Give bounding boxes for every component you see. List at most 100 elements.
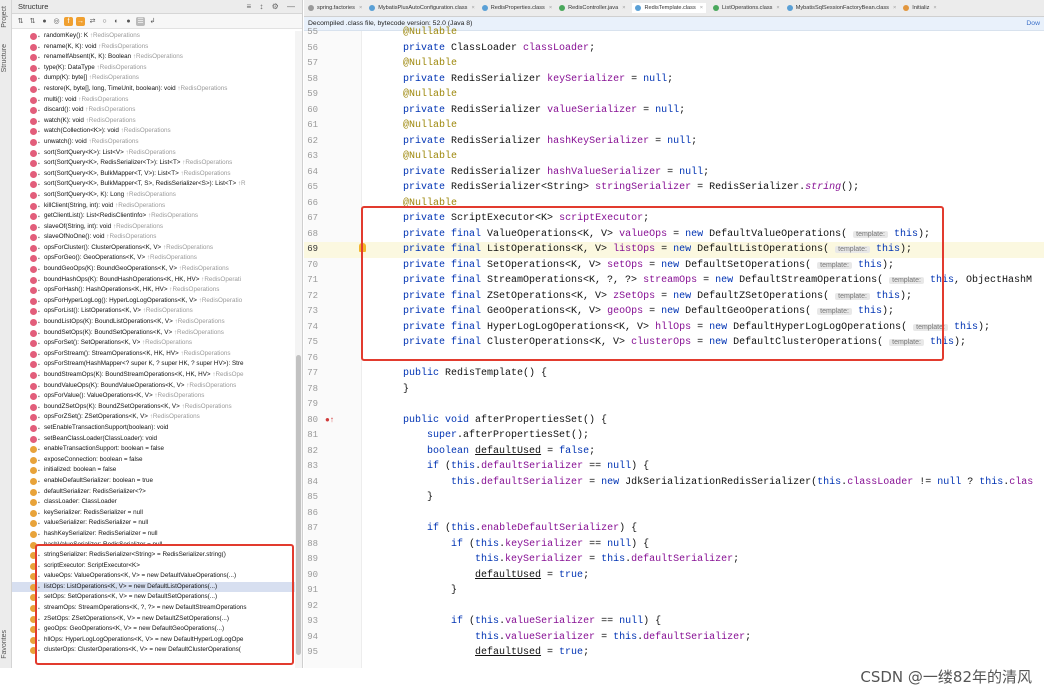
structure-item[interactable]: ▪ type(K): DataType ↑RedisOperations — [12, 63, 295, 74]
favorites-tool-tab[interactable]: Favorites — [1, 630, 8, 659]
structure-item[interactable]: ▪ initialized: boolean = false — [12, 465, 295, 476]
structure-toolbar-button[interactable]: ◎ — [52, 17, 61, 26]
structure-item[interactable]: ▪ slaveOfNoOne(): void ↑RedisOperations — [12, 232, 295, 243]
code-line[interactable]: 68 private final ValueOperations<K, V> v… — [304, 227, 1044, 243]
code-line[interactable]: 57 @Nullable — [304, 56, 1044, 72]
code-line[interactable]: 65 private RedisSerializer<String> strin… — [304, 180, 1044, 196]
structure-item[interactable]: ▪ stringSerializer: RedisSerializer<Strin… — [12, 550, 295, 561]
code-line[interactable]: 94 this.valueSerializer = this.defaultSe… — [304, 630, 1044, 646]
close-tab-icon[interactable]: × — [933, 5, 936, 11]
code-line[interactable]: 93 if (this.valueSerializer == null) { — [304, 614, 1044, 630]
structure-item[interactable]: ▪ dump(K): byte[] ↑RedisOperations — [12, 73, 295, 84]
structure-toolbar-button[interactable]: ◐ — [112, 17, 121, 26]
structure-item[interactable]: ▪ opsForZSet(): ZSetOperations<K, V> ↑Red… — [12, 412, 295, 423]
structure-item[interactable]: ▪ opsForHyperLogLog(): HyperLogLogOperati… — [12, 296, 295, 307]
structure-item[interactable]: ▪ killClient(String, int): void ↑RedisOpe… — [12, 201, 295, 212]
structure-item[interactable]: ▪ opsForValue(): ValueOperations<K, V> ↑R… — [12, 391, 295, 402]
structure-item[interactable]: ▪ keySerializer: RedisSerializer = null — [12, 508, 295, 519]
structure-item[interactable]: ▪ boundZSetOps(K): BoundZSetOperations<K,… — [12, 402, 295, 413]
close-tab-icon[interactable]: × — [359, 5, 362, 11]
structure-item[interactable]: ▪ watch(K): void ↑RedisOperations — [12, 116, 295, 127]
structure-item[interactable]: ▪ streamOps: StreamOperations<K, ?, ?> = … — [12, 603, 295, 614]
structure-toolbar-button[interactable]: ⇄ — [88, 17, 97, 26]
code-line[interactable]: 55 @Nullable — [304, 25, 1044, 41]
structure-item[interactable]: ▪ setOps: SetOperations<K, V> = new Defau… — [12, 592, 295, 603]
code-line[interactable]: 95 defaultUsed = true; — [304, 645, 1044, 661]
code-line[interactable]: 88 if (this.keySerializer == null) { — [304, 537, 1044, 553]
structure-item[interactable]: ▪ hashValueSerializer: RedisSerializer = … — [12, 540, 295, 551]
structure-item[interactable]: ▪ clusterOps: ClusterOperations<K, V> = n… — [12, 645, 295, 656]
code-line[interactable]: 62 private RedisSerializer hashKeySerial… — [304, 134, 1044, 150]
structure-item[interactable]: ▪ boundStreamOps(K): BoundStreamOperation… — [12, 370, 295, 381]
structure-item[interactable]: ▪ boundHashOps(K): BoundHashOperations<K,… — [12, 275, 295, 286]
structure-toolbar-button[interactable]: ☰ — [136, 16, 145, 26]
structure-toolbar-button[interactable]: ⇅ — [28, 17, 37, 26]
structure-item[interactable]: ▪ geoOps: GeoOperations<K, V> = new Defau… — [12, 624, 295, 635]
structure-item[interactable]: ▪ sort(SortQuery<K>, BulkMapper<T, S>, Re… — [12, 179, 295, 190]
code-line[interactable]: 86 — [304, 506, 1044, 522]
structure-item[interactable]: ▪ opsForList(): ListOperations<K, V> ↑Red… — [12, 306, 295, 317]
structure-item[interactable]: ▪ unwatch(): void ↑RedisOperations — [12, 137, 295, 148]
code-line[interactable]: 75 private final ClusterOperations<K, V>… — [304, 335, 1044, 351]
code-line[interactable]: 64 private RedisSerializer hashValueSeri… — [304, 165, 1044, 181]
structure-item[interactable]: ▪ valueOps: ValueOperations<K, V> = new D… — [12, 571, 295, 582]
code-line[interactable]: 72 private final ZSetOperations<K, V> zS… — [304, 289, 1044, 305]
structure-item[interactable]: ▪ sort(SortQuery<K>): List<V> ↑RedisOpera… — [12, 148, 295, 159]
structure-item[interactable]: ▪ scriptExecutor: ScriptExecutor<K> — [12, 561, 295, 572]
structure-item[interactable]: ▪ defaultSerializer: RedisSerializer<?> — [12, 487, 295, 498]
structure-toolbar-button[interactable]: f — [64, 16, 73, 26]
close-tab-icon[interactable]: × — [700, 5, 703, 11]
structure-item[interactable]: ▪ opsForGeo(): GeoOperations<K, V> ↑Redis… — [12, 253, 295, 264]
code-line[interactable]: 71 private final StreamOperations<K, ?, … — [304, 273, 1044, 289]
structure-item[interactable]: ▪ enableTransactionSupport: boolean = fal… — [12, 444, 295, 455]
structure-item[interactable]: ▪ boundSetOps(K): BoundSetOperations<K, V… — [12, 328, 295, 339]
structure-item[interactable]: ▪ hllOps: HyperLogLogOperations<K, V> = n… — [12, 635, 295, 646]
override-marker-icon[interactable]: ●↑ — [325, 415, 334, 424]
editor-tab[interactable]: Initializ × — [903, 5, 937, 11]
code-line[interactable]: 56 private ClassLoader classLoader; — [304, 41, 1044, 57]
project-tool-tab[interactable]: Project — [1, 6, 8, 28]
structure-item[interactable]: ▪ exposeConnection: boolean = false — [12, 455, 295, 466]
editor-tab[interactable]: MybatisPlusAutoConfiguration.class × — [369, 5, 475, 11]
code-line[interactable]: 74 private final HyperLogLogOperations<K… — [304, 320, 1044, 336]
structure-item[interactable]: ▪ setEnableTransactionSupport(boolean): v… — [12, 423, 295, 434]
code-line[interactable]: 76 — [304, 351, 1044, 367]
structure-scrollbar-thumb[interactable] — [296, 355, 301, 655]
structure-item[interactable]: ▪ enableDefaultSerializer: boolean = true — [12, 476, 295, 487]
structure-toolbar-button[interactable]: ↲ — [148, 17, 157, 26]
code-line[interactable]: 91 } — [304, 583, 1044, 599]
code-line[interactable]: 79 — [304, 397, 1044, 413]
structure-item[interactable]: ▪ sort(SortQuery<K>, K): Long ↑RedisOpera… — [12, 190, 295, 201]
code-line[interactable]: 83 if (this.defaultSerializer == null) { — [304, 459, 1044, 475]
structure-item[interactable]: ▪ valueSerializer: RedisSerializer = null — [12, 518, 295, 529]
code-line[interactable]: 59 @Nullable — [304, 87, 1044, 103]
structure-item[interactable]: ▪ getClientList(): List<RedisClientInfo> … — [12, 211, 295, 222]
structure-tool-tab[interactable]: Structure — [1, 44, 8, 72]
structure-toolbar-button[interactable]: ● — [40, 17, 49, 26]
code-line[interactable]: 84 this.defaultSerializer = new JdkSeria… — [304, 475, 1044, 491]
code-line[interactable]: 70 private final SetOperations<K, V> set… — [304, 258, 1044, 274]
structure-item[interactable]: ▪ rename(K, K): void ↑RedisOperations — [12, 42, 295, 53]
structure-toolbar-button[interactable]: → — [76, 16, 85, 26]
structure-item[interactable]: ▪ randomKey(): K ↑RedisOperations — [12, 31, 295, 42]
structure-toolbar-button[interactable]: ⇅ — [16, 17, 25, 26]
editor-tab[interactable]: MybatisSqlSessionFactoryBean.class × — [786, 5, 896, 11]
code-line[interactable]: 87 if (this.enableDefaultSerializer) { — [304, 521, 1044, 537]
structure-item[interactable]: ▪ restore(K, byte[], long, TimeUnit, bool… — [12, 84, 295, 95]
code-line[interactable]: 85 } — [304, 490, 1044, 506]
code-line[interactable]: 60 private RedisSerializer valueSerializ… — [304, 103, 1044, 119]
structure-item[interactable]: ▪ sort(SortQuery<K>, BulkMapper<T, V>): L… — [12, 169, 295, 180]
close-tab-icon[interactable]: × — [549, 5, 552, 11]
structure-item[interactable]: ▪ setBeanClassLoader(ClassLoader): void — [12, 434, 295, 445]
code-line[interactable]: 67 private ScriptExecutor<K> scriptExecu… — [304, 211, 1044, 227]
code-line[interactable]: 90 defaultUsed = true; — [304, 568, 1044, 584]
editor-tab[interactable]: RedisController.java × — [559, 5, 625, 11]
structure-item[interactable]: ▪ opsForHash(): HashOperations<K, HK, HV>… — [12, 285, 295, 296]
lightbulb-icon[interactable] — [359, 243, 366, 252]
structure-item[interactable]: ▪ opsForSet(): SetOperations<K, V> ↑Redis… — [12, 338, 295, 349]
editor-tab[interactable]: ListOperations.class × — [713, 5, 780, 11]
code-line[interactable]: 61 @Nullable — [304, 118, 1044, 134]
editor-tab[interactable]: spring.factories × — [308, 5, 362, 11]
structure-item[interactable]: ▪ multi(): void ↑RedisOperations — [12, 95, 295, 106]
code-line[interactable]: 63 @Nullable — [304, 149, 1044, 165]
